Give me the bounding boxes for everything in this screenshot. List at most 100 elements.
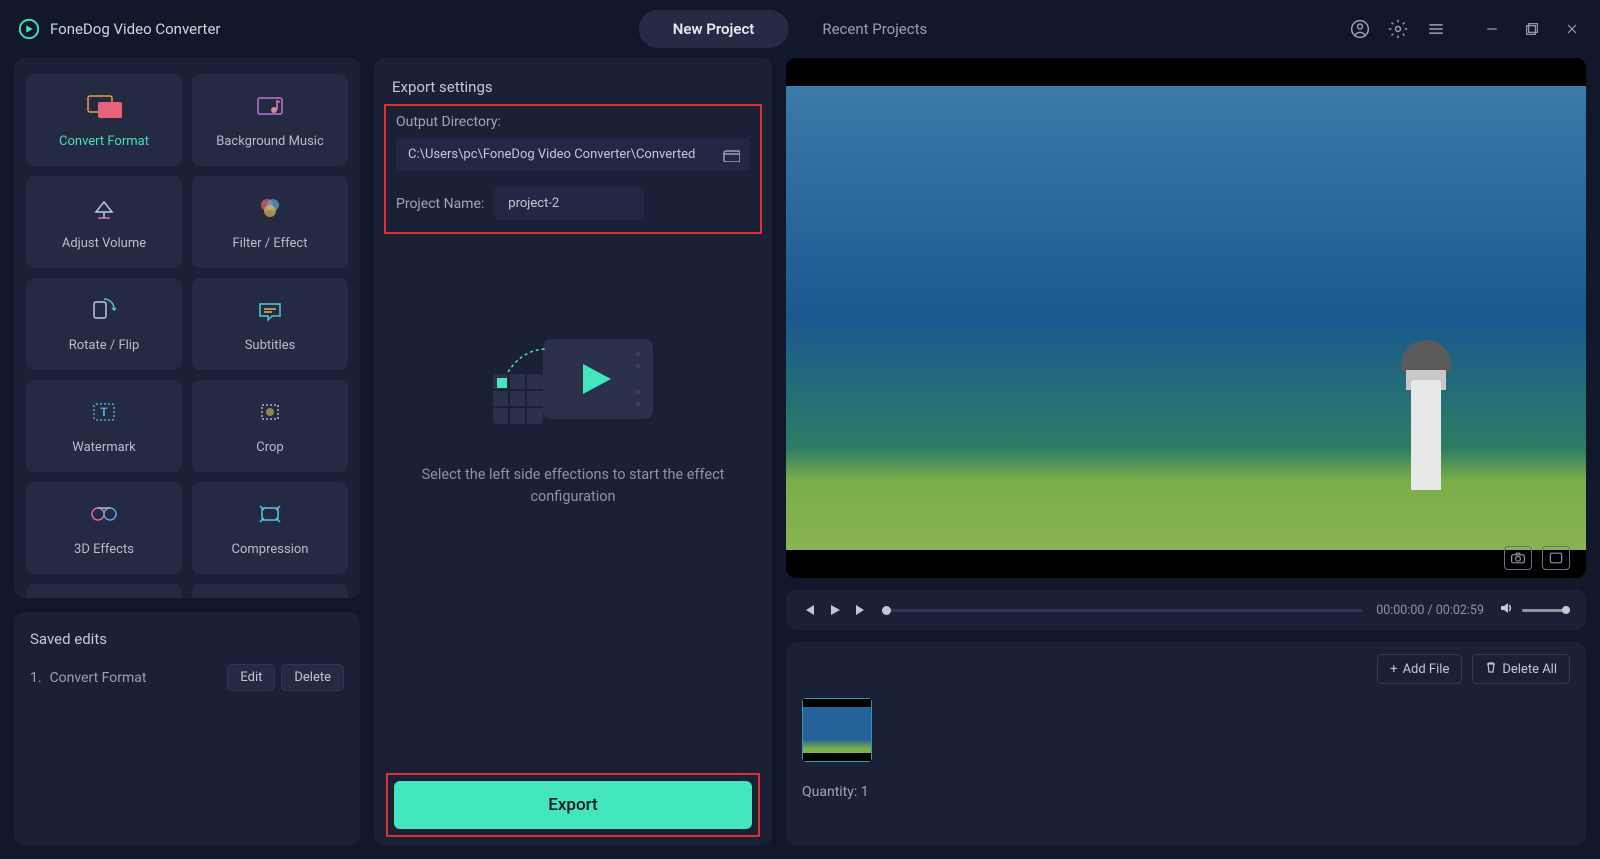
- export-button[interactable]: Export: [394, 781, 752, 829]
- screenshot-icon[interactable]: [1504, 546, 1532, 570]
- convert-format-icon: [84, 92, 124, 120]
- tool-crop[interactable]: Crop: [192, 380, 348, 472]
- tool-label: Adjust Volume: [62, 236, 146, 251]
- main-content: Convert Format Background Music Adjust V…: [0, 58, 1600, 859]
- fullscreen-icon[interactable]: [1542, 546, 1570, 570]
- file-header: + Add File Delete All: [802, 654, 1570, 684]
- tool-adjust-volume[interactable]: Adjust Volume: [26, 176, 182, 268]
- adjust-volume-icon: [84, 194, 124, 222]
- tab-recent-projects[interactable]: Recent Projects: [788, 10, 961, 48]
- crop-icon: [250, 398, 290, 426]
- placeholder-graphic-icon: [483, 324, 663, 434]
- tool-label: Rotate / Flip: [69, 338, 140, 353]
- browse-folder-icon[interactable]: [722, 148, 740, 162]
- export-panel: Export settings Output Directory: C:\Use…: [374, 58, 772, 845]
- tool-background-music[interactable]: Background Music: [192, 74, 348, 166]
- saved-edit-index: 1.: [30, 670, 42, 686]
- tool-partial-2[interactable]: [192, 584, 348, 598]
- maximize-icon[interactable]: [1522, 19, 1542, 39]
- delete-button[interactable]: Delete: [281, 664, 344, 691]
- minimize-icon[interactable]: [1482, 19, 1502, 39]
- edit-button[interactable]: Edit: [227, 664, 275, 691]
- watermark-icon: T: [84, 398, 124, 426]
- tool-label: 3D Effects: [74, 542, 134, 557]
- main-tabs: New Project Recent Projects: [639, 10, 961, 48]
- tool-label: Subtitles: [245, 338, 296, 353]
- play-icon[interactable]: [828, 603, 842, 617]
- file-panel: + Add File Delete All Quantity: 1: [786, 642, 1586, 845]
- tool-rotate-flip[interactable]: Rotate / Flip: [26, 278, 182, 370]
- window-controls: [1482, 19, 1582, 39]
- saved-edit-row: 1. Convert Format Edit Delete: [30, 664, 344, 691]
- volume-track[interactable]: [1522, 609, 1570, 612]
- tool-compression[interactable]: Compression: [192, 482, 348, 574]
- seek-handle[interactable]: [882, 606, 891, 615]
- filter-effect-icon: [250, 194, 290, 222]
- rotate-flip-icon: [84, 296, 124, 324]
- project-name-input[interactable]: [494, 187, 644, 220]
- output-directory-label: Output Directory:: [396, 114, 750, 130]
- tool-label: Convert Format: [59, 134, 149, 149]
- video-preview: [786, 58, 1586, 578]
- placeholder-text: Select the left side effections to start…: [392, 464, 754, 508]
- titlebar: FoneDog Video Converter New Project Rece…: [0, 0, 1600, 58]
- seek-track[interactable]: [882, 609, 1362, 612]
- video-frame[interactable]: [786, 86, 1586, 550]
- playback-time: 00:00:00 / 00:02:59: [1376, 603, 1484, 618]
- next-icon[interactable]: [854, 603, 868, 617]
- subtitles-icon: [250, 296, 290, 324]
- player-bar: 00:00:00 / 00:02:59: [786, 590, 1586, 630]
- right-panel: 00:00:00 / 00:02:59 + Add File Delete Al…: [786, 58, 1586, 845]
- account-icon[interactable]: [1350, 19, 1370, 39]
- volume-handle[interactable]: [1562, 606, 1570, 614]
- tool-label: Watermark: [72, 440, 135, 455]
- saved-edits-title: Saved edits: [30, 630, 344, 648]
- playback-controls: [802, 603, 868, 617]
- quantity-text: Quantity: 1: [802, 784, 1570, 800]
- effect-placeholder: Select the left side effections to start…: [392, 244, 754, 773]
- app-title: FoneDog Video Converter: [50, 20, 220, 38]
- svg-text:T: T: [100, 405, 108, 419]
- tool-watermark[interactable]: T Watermark: [26, 380, 182, 472]
- video-thumbnail[interactable]: [802, 698, 872, 762]
- export-settings-title: Export settings: [392, 78, 754, 96]
- tool-3d-effects[interactable]: 3D Effects: [26, 482, 182, 574]
- trash-icon: [1485, 661, 1497, 677]
- partial-tool-icon-2: [250, 590, 290, 598]
- app-window: FoneDog Video Converter New Project Rece…: [0, 0, 1600, 859]
- output-directory-value: C:\Users\pc\FoneDog Video Converter\Conv…: [408, 147, 695, 162]
- tab-new-project[interactable]: New Project: [639, 10, 789, 48]
- tool-filter-effect[interactable]: Filter / Effect: [192, 176, 348, 268]
- logo-icon: [18, 18, 40, 40]
- saved-edits-panel: Saved edits 1. Convert Format Edit Delet…: [14, 612, 360, 845]
- menu-icon[interactable]: [1426, 19, 1446, 39]
- project-name-row: Project Name:: [396, 187, 750, 220]
- partial-tool-icon-1: [84, 590, 124, 598]
- titlebar-actions: [1350, 19, 1582, 39]
- left-panel: Convert Format Background Music Adjust V…: [14, 58, 360, 845]
- delete-all-button[interactable]: Delete All: [1472, 654, 1570, 684]
- 3d-effects-icon: [84, 500, 124, 528]
- output-directory-field[interactable]: C:\Users\pc\FoneDog Video Converter\Conv…: [396, 138, 750, 171]
- tool-subtitles[interactable]: Subtitles: [192, 278, 348, 370]
- tool-label: Filter / Effect: [233, 236, 308, 251]
- tool-convert-format[interactable]: Convert Format: [26, 74, 182, 166]
- tools-grid: Convert Format Background Music Adjust V…: [14, 58, 360, 598]
- add-file-button[interactable]: + Add File: [1377, 654, 1462, 684]
- close-icon[interactable]: [1562, 19, 1582, 39]
- saved-edit-name: Convert Format: [50, 670, 147, 686]
- volume-icon[interactable]: [1498, 600, 1514, 620]
- export-button-highlight: Export: [386, 773, 760, 837]
- tool-label: Compression: [232, 542, 309, 557]
- volume-control: [1498, 600, 1570, 620]
- background-music-icon: [250, 92, 290, 120]
- output-highlight: Output Directory: C:\Users\pc\FoneDog Vi…: [384, 104, 762, 234]
- tool-partial-1[interactable]: [26, 584, 182, 598]
- video-overlay-controls: [1504, 546, 1570, 570]
- plus-icon: +: [1390, 662, 1397, 677]
- tool-label: Crop: [256, 440, 283, 455]
- app-logo: FoneDog Video Converter: [18, 18, 220, 40]
- lighthouse-graphic: [1396, 340, 1456, 490]
- prev-icon[interactable]: [802, 603, 816, 617]
- settings-icon[interactable]: [1388, 19, 1408, 39]
